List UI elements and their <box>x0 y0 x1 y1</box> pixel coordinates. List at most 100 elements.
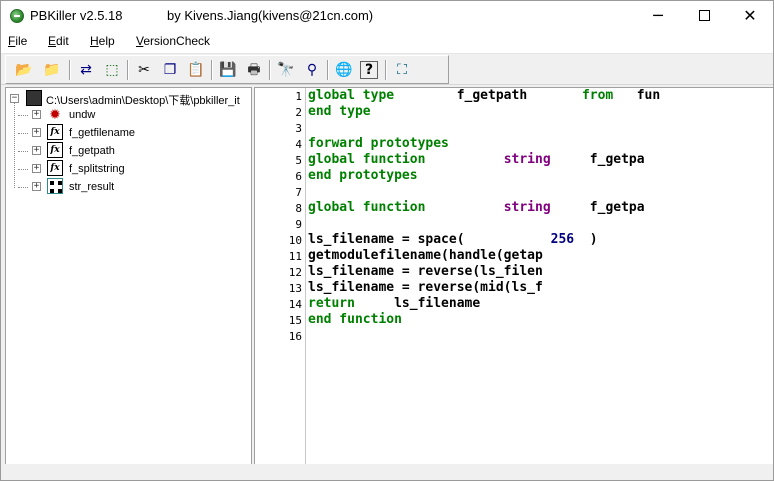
toolbar-separator <box>327 60 329 80</box>
toolbar-band: 📂 📁 ⇄ ⬚ ✂ ❐ 📋 💾 🖶 🔭 ⚲ 🌐 ? ⛶ <box>5 55 449 84</box>
toolbar-separator <box>385 60 387 80</box>
tree-expand-icon[interactable]: + <box>32 182 41 191</box>
menu-file[interactable]: File <box>8 34 27 48</box>
menu-versioncheck[interactable]: VersionCheck <box>136 34 210 48</box>
paste-icon[interactable]: 📋 <box>186 60 206 80</box>
tree-collapse-icon[interactable]: − <box>10 94 19 103</box>
decompile-icon[interactable]: ⇄ <box>76 60 96 80</box>
code-line: ls_filename = reverse(mid(ls_f <box>308 280 543 296</box>
code-line: return ls_filename <box>308 296 480 312</box>
window-title: PBKiller v2.5.18 <box>30 8 123 23</box>
tree-guide-line <box>14 103 15 188</box>
code-token: end type <box>308 104 371 119</box>
tree-expand-icon[interactable]: + <box>32 146 41 155</box>
menu-help[interactable]: Help <box>90 34 115 48</box>
tree-expand-icon[interactable]: + <box>32 128 41 137</box>
line-number: 14 <box>288 298 302 311</box>
maximize-button[interactable] <box>681 1 727 31</box>
menu-file-label: ile <box>15 34 28 48</box>
code-token: global type <box>308 88 395 103</box>
line-number: 8 <box>295 202 302 215</box>
tree-root-label[interactable]: C:\Users\admin\Desktop\下载\pbkiller_it <box>46 92 240 108</box>
tree-expand-icon[interactable]: + <box>32 164 41 173</box>
tree-item-undw[interactable]: undw <box>69 109 95 121</box>
function-icon: fx <box>47 160 63 176</box>
find-replace-icon[interactable]: ⚲ <box>302 60 322 80</box>
open-folder-icon[interactable]: 📁 <box>42 60 62 80</box>
menu-help-label: elp <box>98 34 115 48</box>
line-number: 3 <box>295 122 302 135</box>
code-editor[interactable]: 1 2 3 4 5 6 7 8 9 10 11 12 13 14 15 16 global type f_ge… <box>254 87 773 465</box>
menu-bar: File Edit Help VersionCheck <box>1 31 773 54</box>
tree-item-f_getpath[interactable]: f_getpath <box>69 145 115 157</box>
copy-icon[interactable]: ❐ <box>160 60 180 80</box>
tree-guide-line <box>18 115 28 116</box>
menu-edit-accel: E <box>48 34 57 48</box>
save-icon[interactable]: 💾 <box>218 60 238 80</box>
code-token: end function <box>308 312 402 327</box>
print-icon[interactable]: 🖶 <box>244 60 264 80</box>
toolbar-separator <box>269 60 271 80</box>
line-number: 15 <box>288 314 302 327</box>
code-token: getmodulefilename(handle(getap <box>308 248 543 263</box>
tree-item-f_getfilename[interactable]: f_getfilename <box>69 127 135 139</box>
line-number: 11 <box>288 250 302 263</box>
title-bar[interactable]: PBKiller v2.5.18 by Kivens.Jiang(kivens@… <box>1 1 773 31</box>
tree-guide-line <box>18 187 28 188</box>
toolbar-separator <box>211 60 213 80</box>
code-line: end prototypes <box>308 168 418 184</box>
code-line: global type f_getpath from fun <box>308 88 660 104</box>
close-button[interactable]: ✕ <box>727 1 773 31</box>
tree-item-str_result[interactable]: str_result <box>69 181 114 193</box>
code-token: fun <box>613 88 661 103</box>
toolbar: 📂 📁 ⇄ ⬚ ✂ ❐ 📋 💾 🖶 🔭 ⚲ 🌐 ? ⛶ <box>1 54 773 85</box>
code-line: end function <box>308 312 402 328</box>
code-token: string <box>503 152 551 167</box>
function-icon: fx <box>47 124 63 140</box>
minimize-button[interactable]: ─ <box>635 1 681 31</box>
window-author: by Kivens.Jiang(kivens@21cn.com) <box>167 8 374 23</box>
code-line: global function string f_getpa <box>308 200 645 216</box>
function-icon: fx <box>47 142 63 158</box>
tree-expand-icon[interactable]: + <box>32 110 41 119</box>
line-number: 10 <box>288 234 302 247</box>
code-token: forward prototypes <box>308 136 449 151</box>
menu-edit[interactable]: Edit <box>48 34 69 48</box>
line-number: 5 <box>295 154 302 167</box>
toolbar-separator <box>69 60 71 80</box>
exit-icon[interactable]: ⛶ <box>392 60 412 80</box>
web-icon[interactable]: 🌐 <box>334 60 354 80</box>
line-number: 12 <box>288 266 302 279</box>
code-token: global function <box>308 200 426 215</box>
open-icon[interactable]: 📂 <box>14 60 34 80</box>
structure-icon <box>47 178 63 194</box>
object-tree[interactable]: − C:\Users\admin\Desktop\下载\pbkiller_it … <box>5 87 252 465</box>
line-number: 16 <box>288 330 302 343</box>
line-number-gutter: 1 2 3 4 5 6 7 8 9 10 11 12 13 14 15 16 <box>255 88 306 464</box>
code-token: ) <box>574 232 598 247</box>
code-token: 256 <box>550 232 575 247</box>
find-icon[interactable]: 🔭 <box>276 60 296 80</box>
code-token: end prototypes <box>308 168 418 183</box>
line-number: 4 <box>295 138 302 151</box>
code-line: ls_filename = reverse(ls_filen <box>308 264 543 280</box>
code-token: string <box>503 200 551 215</box>
app-window: PBKiller v2.5.18 by Kivens.Jiang(kivens@… <box>0 0 774 481</box>
line-number: 1 <box>295 90 302 103</box>
code-token: f_getpath <box>394 88 582 103</box>
tree-guide-line <box>18 151 28 152</box>
export-icon[interactable]: ⬚ <box>102 60 122 80</box>
code-line: end type <box>308 104 371 120</box>
app-icon <box>10 9 24 23</box>
help-icon[interactable]: ? <box>360 61 378 79</box>
code-line: forward prototypes <box>308 136 449 152</box>
line-number: 2 <box>295 106 302 119</box>
tree-item-f_splitstring[interactable]: f_splitstring <box>69 163 125 175</box>
cut-icon[interactable]: ✂ <box>134 60 154 80</box>
tree-guide-line <box>18 133 28 134</box>
code-token: f_getpa <box>550 200 645 215</box>
line-number: 9 <box>295 218 302 231</box>
line-number: 6 <box>295 170 302 183</box>
code-token: ls_filename <box>354 296 481 311</box>
